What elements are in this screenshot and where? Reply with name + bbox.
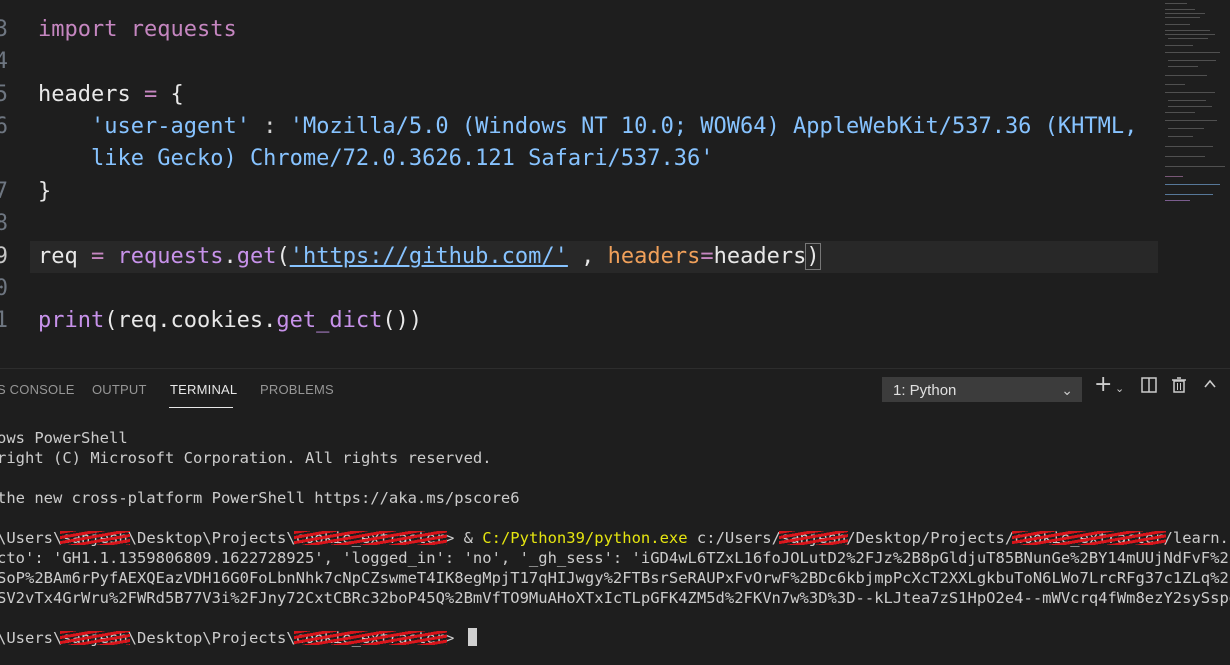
- dict-key: 'user-agent': [91, 114, 250, 139]
- terminal-output-line: SV2vTx4GrWru%2FWRd5B77V3i%2FJny72CxtCBRc…: [0, 589, 1230, 607]
- code-line-import[interactable]: import requests: [38, 14, 237, 46]
- print-args: (req.cookies.: [104, 308, 277, 333]
- close-brace: }: [38, 179, 52, 204]
- terminal-dropdown-value: 1: Python: [893, 382, 957, 399]
- terminal-line: ows PowerShell: [0, 429, 128, 447]
- tab-output[interactable]: OUTPUT: [92, 381, 147, 399]
- redacted-username: sanjesh: [60, 529, 130, 547]
- param-equals: =: [700, 244, 714, 269]
- colon: :: [263, 114, 277, 139]
- prompt-symbol: > &: [444, 529, 483, 547]
- function-get: get: [236, 244, 277, 269]
- terminal-line: right (C) Microsoft Corporation. All rig…: [0, 449, 492, 467]
- operator-assign: =: [91, 244, 105, 269]
- chevron-up-icon[interactable]: [1202, 376, 1218, 396]
- user-agent-string-cont: like Gecko) Chrome/72.0.3626.121 Safari/…: [91, 146, 714, 171]
- script-path: /Desktop/Projects/: [846, 529, 1015, 547]
- variable-req: req: [38, 244, 78, 269]
- dot: .: [223, 244, 237, 269]
- redacted-folder: cookie_extracter: [293, 529, 448, 547]
- line-number: 8: [0, 211, 8, 236]
- chevron-down-icon: ⌄: [1061, 382, 1073, 398]
- python-executable: C:/Python39/python.exe: [482, 529, 688, 547]
- code-line-user-agent[interactable]: 'user-agent' : 'Mozilla/5.0 (Windows NT …: [91, 111, 1137, 143]
- terminal-command-line: \Users\sanjesh\Desktop\Projects\cookie_e…: [0, 528, 1230, 548]
- print-close: ()): [382, 308, 423, 333]
- paren-open: (: [276, 244, 290, 269]
- url-string[interactable]: 'https://github.com/': [290, 244, 568, 269]
- redacted-username: sanjesh: [778, 529, 849, 547]
- module-name: requests: [130, 17, 237, 42]
- prompt-path: \Users\: [0, 529, 63, 547]
- line-number: 0: [0, 276, 8, 301]
- tab-debug-console[interactable]: S CONSOLE: [0, 381, 75, 399]
- redacted-folder: cookie_extracter: [293, 629, 448, 647]
- line-number: 6: [0, 114, 8, 139]
- redacted-username: sanjesh: [60, 629, 130, 647]
- paren-close-match: ): [805, 243, 821, 270]
- bottom-panel: S CONSOLE OUTPUT TERMINAL PROBLEMS 1: Py…: [0, 368, 1230, 665]
- user-agent-string: 'Mozilla/5.0 (Windows NT 10.0; WOW64) Ap…: [289, 114, 1138, 139]
- tab-problems[interactable]: PROBLEMS: [260, 381, 334, 399]
- line-number: 1: [0, 308, 8, 333]
- code-line-close-brace[interactable]: }: [38, 176, 51, 208]
- terminal-prompt-line[interactable]: \Users\sanjesh\Desktop\Projects\cookie_e…: [0, 628, 477, 648]
- line-number: 5: [0, 82, 8, 107]
- tab-terminal[interactable]: TERMINAL: [170, 381, 237, 399]
- prompt-symbol: >: [444, 629, 464, 647]
- new-terminal-icon[interactable]: +: [1094, 372, 1112, 397]
- line-number: 3: [0, 17, 8, 42]
- chevron-down-icon[interactable]: ⌄: [1115, 382, 1124, 395]
- terminal-output-line: cto': 'GH1.1.1359806809.1622728925', 'lo…: [0, 549, 1230, 567]
- object-requests: requests: [117, 244, 224, 269]
- prompt-path: \Desktop\Projects\: [127, 629, 296, 647]
- keyword-import: import: [38, 17, 118, 42]
- code-line-user-agent-wrap[interactable]: like Gecko) Chrome/72.0.3626.121 Safari/…: [91, 143, 714, 175]
- function-get-dict: get_dict: [276, 308, 383, 333]
- trash-icon[interactable]: [1170, 376, 1188, 398]
- script-path: c:/Users/: [687, 529, 781, 547]
- terminal-line: the new cross-platform PowerShell https:…: [0, 489, 520, 507]
- code-line-headers[interactable]: headers = {: [38, 79, 184, 111]
- code-editor[interactable]: 3 4 5 6 7 8 9 0 1 import requests header…: [0, 0, 1230, 368]
- comma: ,: [567, 244, 608, 269]
- prompt-path: \Users\: [0, 629, 63, 647]
- line-number-gutter: 3 4 5 6 7 8 9 0 1: [0, 0, 20, 368]
- operator-assign: =: [143, 82, 158, 107]
- terminal-dropdown[interactable]: 1: Python ⌄: [882, 377, 1082, 402]
- function-print: print: [38, 308, 105, 333]
- script-file: /learn.py: [1163, 529, 1230, 547]
- line-number-active: 9: [0, 244, 8, 269]
- prompt-path: \Desktop\Projects\: [127, 529, 296, 547]
- terminal-output-line: SoP%2BAm6rPyfAEXQEazVDH16G0FoLbnNhk7cNpC…: [0, 569, 1230, 587]
- keyword-param: headers: [607, 244, 701, 269]
- line-number: 7: [0, 179, 8, 204]
- code-line-request[interactable]: req = requests.get('https://github.com/'…: [38, 241, 821, 273]
- variable-headers: headers: [38, 82, 131, 107]
- terminal-cursor: [467, 628, 477, 646]
- line-number: 4: [0, 49, 8, 74]
- minimap[interactable]: [1160, 0, 1230, 210]
- split-terminal-icon[interactable]: [1140, 376, 1158, 398]
- active-tab-indicator: [169, 407, 233, 408]
- code-line-print[interactable]: print(req.cookies.get_dict()): [38, 305, 422, 337]
- param-value: headers: [713, 244, 807, 269]
- redacted-folder: cookie_extracter: [1012, 529, 1166, 547]
- open-brace: {: [170, 82, 184, 107]
